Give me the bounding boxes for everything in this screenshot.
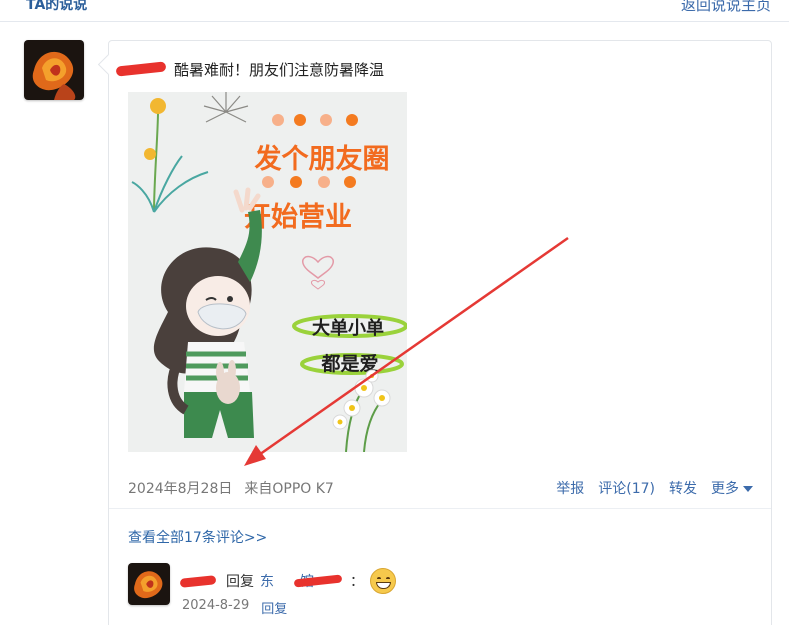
- redacted-commenter-name: [179, 574, 217, 588]
- report-button[interactable]: 举报: [556, 478, 584, 498]
- comment-content: 回复 东馆 ：: [179, 568, 396, 594]
- page-title: TA的说说: [26, 0, 88, 13]
- forward-button[interactable]: 转发: [669, 478, 697, 498]
- post-source: 来自OPPO K7: [244, 481, 334, 497]
- image-tag-1: 大单小单: [312, 317, 384, 339]
- post-actions: 举报 评论(17) 转发 更多: [556, 478, 753, 498]
- redacted-author-name: [115, 61, 167, 77]
- more-label: 更多: [711, 481, 739, 497]
- page-header: TA的说说 返回说说主页: [0, 0, 789, 22]
- comment-date: 2024-8-29: [182, 598, 250, 613]
- more-button[interactable]: 更多: [711, 478, 753, 498]
- reply-label: 回复: [226, 574, 254, 590]
- post-image[interactable]: 发个朋友圈 开始营业 大单小单 都是爱: [128, 92, 407, 452]
- image-headline-1: 发个朋友圈: [254, 143, 390, 175]
- divider: [109, 508, 771, 509]
- grinning-emoji-icon: [370, 568, 396, 594]
- post-header: 酷暑难耐！朋友们注意防暑降温: [115, 58, 385, 80]
- comment-meta: 2024-8-29 回复: [182, 598, 287, 617]
- commenter-avatar[interactable]: [128, 563, 170, 605]
- back-to-posts-link[interactable]: 返回说说主页: [681, 0, 771, 15]
- comment-separator: ：: [350, 574, 364, 590]
- caret-down-icon: [743, 486, 753, 492]
- comment-button[interactable]: 评论(17): [598, 478, 655, 498]
- post-date: 2024年8月28日: [128, 481, 233, 497]
- post-text: 酷暑难耐！朋友们注意防暑降温: [174, 60, 385, 79]
- author-avatar[interactable]: [24, 40, 84, 100]
- comment-reply-button[interactable]: 回复: [261, 598, 287, 617]
- view-all-comments-link[interactable]: 查看全部17条评论>>: [128, 527, 267, 547]
- post-meta: 2024年8月28日 来自OPPO K7: [128, 478, 334, 498]
